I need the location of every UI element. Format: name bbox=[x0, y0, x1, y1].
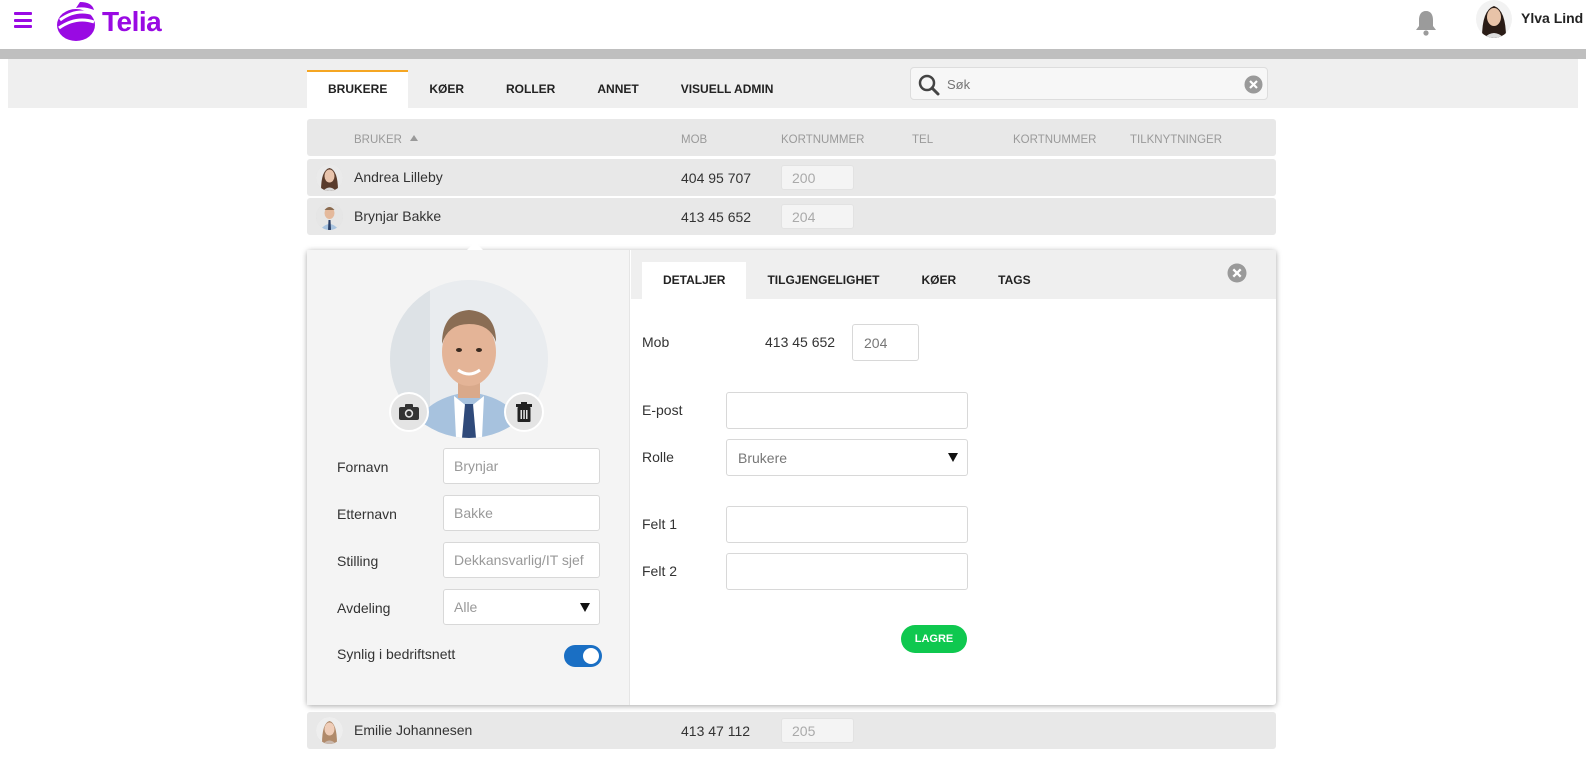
etternavn-label: Etternavn bbox=[337, 506, 397, 522]
table-row[interactable]: Andrea Lilleby 404 95 707 200 bbox=[307, 159, 1276, 196]
user-mob: 413 47 112 bbox=[681, 723, 751, 739]
avdeling-label: Avdeling bbox=[337, 600, 391, 616]
close-icon[interactable] bbox=[1227, 263, 1247, 283]
clear-icon[interactable] bbox=[1244, 75, 1263, 94]
details-column: DETALJER TILGJENGELIGHET KØER TAGS Mob 4… bbox=[631, 250, 1276, 705]
search-input[interactable] bbox=[947, 72, 1237, 96]
col-kortnummer-2[interactable]: KORTNUMMER bbox=[1013, 134, 1096, 146]
mob-label: Mob bbox=[642, 334, 670, 350]
search-icon bbox=[918, 74, 940, 96]
bell-icon[interactable] bbox=[1412, 8, 1440, 36]
etternavn-field[interactable]: Bakke bbox=[443, 495, 600, 531]
kortnummer-field[interactable]: 205 bbox=[781, 718, 854, 743]
felt1-field[interactable] bbox=[726, 506, 968, 543]
detail-caret bbox=[467, 242, 483, 250]
toggle-knob bbox=[583, 648, 599, 664]
table-row[interactable]: Emilie Johannesen 413 47 112 205 bbox=[307, 712, 1276, 749]
profile-column: Fornavn Brynjar Etternavn Bakke Stilling… bbox=[307, 250, 630, 705]
user-name[interactable]: Ylva Lind bbox=[1521, 10, 1583, 26]
synlig-toggle[interactable] bbox=[564, 645, 602, 667]
col-mob[interactable]: MOB bbox=[681, 134, 707, 146]
main-tabs: BRUKERE KØER ROLLER ANNET VISUELL ADMIN bbox=[307, 70, 794, 108]
rolle-value: Brukere bbox=[738, 450, 788, 466]
col-tilknytninger[interactable]: TILKNYTNINGER bbox=[1130, 134, 1222, 146]
avdeling-value: Alle bbox=[454, 599, 478, 615]
stilling-field[interactable]: Dekkansvarlig/IT sjef bbox=[443, 542, 600, 578]
avatar[interactable] bbox=[1476, 0, 1512, 38]
felt1-label: Felt 1 bbox=[642, 516, 678, 532]
kortnummer-field[interactable]: 200 bbox=[781, 165, 854, 190]
rolle-label: Rolle bbox=[642, 449, 674, 465]
user-mob: 413 45 652 bbox=[681, 209, 752, 225]
synlig-label: Synlig i bedriftsnett bbox=[337, 646, 456, 662]
save-button[interactable]: LAGRE bbox=[901, 625, 967, 653]
tab-brukere[interactable]: BRUKERE bbox=[307, 70, 409, 108]
telia-logo[interactable]: Telia bbox=[54, 0, 162, 44]
top-bar: Telia Ylva Lind bbox=[0, 0, 1586, 49]
dropdown-arrow-icon bbox=[948, 453, 958, 462]
tab-tags[interactable]: TAGS bbox=[977, 262, 1051, 299]
camera-icon bbox=[399, 404, 419, 420]
stilling-label: Stilling bbox=[337, 553, 379, 569]
tab-koer[interactable]: KØER bbox=[900, 262, 977, 299]
col-kortnummer[interactable]: KORTNUMMER bbox=[781, 134, 864, 146]
epost-field[interactable] bbox=[726, 392, 968, 429]
epost-label: E-post bbox=[642, 402, 683, 418]
dropdown-arrow-icon bbox=[580, 603, 590, 612]
tab-detaljer[interactable]: DETALJER bbox=[642, 262, 747, 299]
delete-photo-button[interactable] bbox=[504, 392, 544, 432]
search-box bbox=[910, 67, 1268, 100]
mob-value: 413 45 652 bbox=[765, 334, 836, 350]
avatar bbox=[316, 717, 343, 744]
tab-visuell-admin[interactable]: VISUELL ADMIN bbox=[660, 70, 795, 108]
table-row[interactable]: Brynjar Bakke 413 45 652 204 bbox=[307, 198, 1276, 235]
brand-name: Telia bbox=[102, 6, 162, 37]
kortnummer-field[interactable]: 204 bbox=[852, 324, 919, 361]
menu-icon[interactable] bbox=[14, 12, 32, 28]
telia-logo-icon bbox=[57, 2, 95, 41]
user-name: Brynjar Bakke bbox=[354, 208, 442, 224]
tab-roller[interactable]: ROLLER bbox=[485, 70, 576, 108]
header-separator bbox=[0, 49, 1586, 59]
col-bruker-label: BRUKER bbox=[354, 134, 402, 146]
avdeling-select[interactable]: Alle bbox=[443, 589, 600, 625]
detail-tabs: DETALJER TILGJENGELIGHET KØER TAGS bbox=[642, 262, 1052, 299]
trash-icon bbox=[516, 402, 532, 422]
fornavn-label: Fornavn bbox=[337, 459, 389, 475]
col-tel[interactable]: TEL bbox=[912, 134, 933, 146]
tab-annet[interactable]: ANNET bbox=[576, 70, 659, 108]
user-detail-panel: Fornavn Brynjar Etternavn Bakke Stilling… bbox=[307, 242, 1276, 705]
tab-tilgjengelighet[interactable]: TILGJENGELIGHET bbox=[746, 262, 900, 299]
felt2-label: Felt 2 bbox=[642, 563, 678, 579]
user-mob: 404 95 707 bbox=[681, 170, 752, 186]
rolle-select[interactable]: Brukere bbox=[726, 439, 968, 476]
tab-koer[interactable]: KØER bbox=[408, 70, 485, 108]
col-bruker[interactable]: BRUKER bbox=[354, 134, 419, 146]
fornavn-field[interactable]: Brynjar bbox=[443, 448, 600, 484]
camera-button[interactable] bbox=[389, 392, 429, 432]
table-header: BRUKER MOB KORTNUMMER TEL KORTNUMMER TIL… bbox=[307, 119, 1276, 156]
user-name: Andrea Lilleby bbox=[354, 169, 443, 185]
sort-asc-icon bbox=[410, 135, 419, 141]
avatar bbox=[316, 164, 343, 191]
felt2-field[interactable] bbox=[726, 553, 968, 590]
user-name: Emilie Johannesen bbox=[354, 722, 473, 738]
avatar bbox=[316, 203, 343, 230]
kortnummer-field[interactable]: 204 bbox=[781, 204, 854, 229]
